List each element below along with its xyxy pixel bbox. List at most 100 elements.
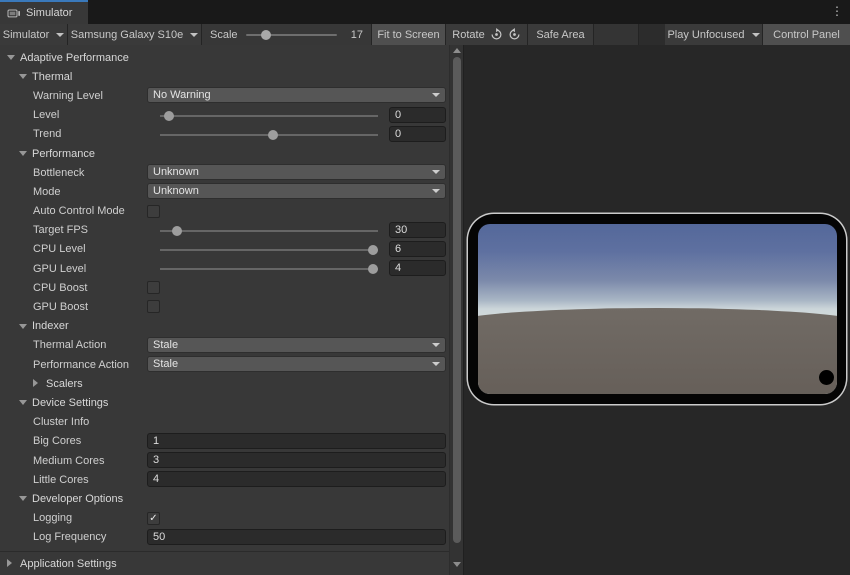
kebab-menu-icon[interactable]: ⋮: [831, 4, 843, 19]
chevron-down-icon: [432, 189, 440, 193]
bottleneck-dropdown-value: Unknown: [153, 166, 199, 178]
trend-slider-handle[interactable]: [268, 130, 278, 140]
level-slider[interactable]: [160, 115, 378, 117]
row-gpu-level: GPU Level4: [0, 259, 449, 278]
camera-cutout: [819, 370, 834, 385]
panel-scrollbar[interactable]: [449, 45, 463, 575]
target-fps-value-field[interactable]: 30: [389, 222, 446, 238]
row-gpu-boost: GPU Boost: [0, 297, 449, 316]
rotate-label: Rotate: [452, 29, 484, 41]
foldout-arrow-icon: [19, 151, 27, 156]
foldout-device-settings[interactable]: Device Settings: [0, 393, 449, 412]
row-bottleneck: BottleneckUnknown: [0, 163, 449, 182]
play-unfocused-label: Play Unfocused: [667, 29, 744, 41]
thermal-action-dropdown[interactable]: Stale: [147, 337, 446, 353]
foldout-arrow-icon: [33, 379, 38, 387]
scalers-label: Scalers: [46, 378, 83, 390]
logging-label: Logging: [33, 512, 72, 524]
foldout-application-settings[interactable]: Application Settings: [0, 552, 449, 575]
row-warning-level: Warning Level No Warning: [0, 86, 449, 105]
safe-area-label: Safe Area: [536, 29, 584, 41]
scroll-up-icon[interactable]: [453, 48, 461, 53]
log-frequency-text-field[interactable]: 50: [147, 529, 446, 545]
target-fps-slider[interactable]: [160, 230, 378, 232]
control-panel-button[interactable]: Control Panel: [763, 24, 850, 45]
device-select-dropdown[interactable]: Samsung Galaxy S10e: [68, 24, 202, 45]
scrollbar-thumb[interactable]: [453, 57, 461, 543]
log-frequency-label: Log Frequency: [33, 531, 106, 543]
cpu-level-value-field[interactable]: 6: [389, 241, 446, 257]
rotate-cw-icon[interactable]: [490, 28, 503, 41]
scale-label: Scale: [210, 29, 238, 41]
cpu-level-slider[interactable]: [160, 249, 378, 251]
gpu-level-slider-handle[interactable]: [368, 264, 378, 274]
trend-label: Trend: [33, 128, 61, 140]
level-value: 0: [395, 109, 401, 121]
cpu-level-slider-handle[interactable]: [368, 245, 378, 255]
gpu-boost-label: GPU Boost: [33, 301, 88, 313]
control-panel-label: Control Panel: [773, 29, 840, 41]
gpu-level-slider[interactable]: [160, 268, 378, 270]
gpu-boost-checkbox[interactable]: [147, 300, 160, 313]
foldout-arrow-icon: [19, 74, 27, 79]
foldout-thermal[interactable]: Thermal: [0, 67, 449, 86]
fit-to-screen-button[interactable]: Fit to Screen: [372, 24, 446, 45]
performance-action-dropdown[interactable]: Stale: [147, 356, 446, 372]
fit-to-screen-label: Fit to Screen: [377, 29, 439, 41]
cpu-boost-checkbox[interactable]: [147, 281, 160, 294]
auto-control-mode-checkbox[interactable]: [147, 205, 160, 218]
safe-area-button[interactable]: Safe Area: [528, 24, 594, 45]
trend-value-field[interactable]: 0: [389, 126, 446, 142]
scroll-down-icon[interactable]: [453, 562, 461, 567]
foldout-arrow-icon: [19, 324, 27, 329]
indexer-label: Indexer: [32, 320, 69, 332]
warning-level-label: Warning Level: [33, 90, 103, 102]
level-value-field[interactable]: 0: [389, 107, 446, 123]
device-screen[interactable]: [478, 224, 837, 394]
level-label: Level: [33, 109, 59, 121]
big-cores-text-field[interactable]: 1: [147, 433, 446, 449]
chevron-down-icon: [432, 170, 440, 174]
foldout-arrow-icon: [19, 496, 27, 501]
row-big-cores: Big Cores1: [0, 432, 449, 451]
gpu-level-value-field[interactable]: 4: [389, 260, 446, 276]
rotate-ccw-icon[interactable]: [508, 28, 521, 41]
cpu-level-label: CPU Level: [33, 243, 86, 255]
chevron-down-icon: [752, 33, 760, 37]
foldout-arrow-icon: [7, 559, 12, 567]
simulator-window: Simulator ⋮ Simulator Samsung Galaxy S10…: [0, 0, 850, 575]
foldout-performance[interactable]: Performance: [0, 144, 449, 163]
logging-checkbox[interactable]: ✓: [147, 512, 160, 525]
auto-control-mode-label: Auto Control Mode: [33, 205, 125, 217]
foldout-indexer[interactable]: Indexer: [0, 317, 449, 336]
panel-rows: Adaptive Performance Thermal Warning Level…: [0, 48, 449, 547]
device-preview-area: [464, 45, 850, 575]
scale-slider-handle[interactable]: [261, 30, 271, 40]
toolbar: Simulator Samsung Galaxy S10e Scale 17 F…: [0, 24, 850, 46]
row-cpu-level: CPU Level 6: [0, 240, 449, 259]
level-slider-handle[interactable]: [164, 111, 174, 121]
bottleneck-dropdown[interactable]: Unknown: [147, 164, 446, 180]
thermal-label: Thermal: [32, 71, 72, 83]
mode-dropdown[interactable]: Unknown: [147, 183, 446, 199]
cluster-info-label: Cluster Info: [33, 416, 89, 428]
play-unfocused-dropdown[interactable]: Play Unfocused: [665, 24, 763, 45]
foldout-adaptive-performance[interactable]: Adaptive Performance: [0, 48, 449, 67]
scene-ground: [478, 308, 837, 394]
control-panel: Adaptive Performance Thermal Warning Level…: [0, 45, 449, 575]
scale-section: Scale 17: [202, 24, 372, 45]
little-cores-text-field[interactable]: 4: [147, 471, 446, 487]
trend-value: 0: [395, 128, 401, 140]
adaptive-performance-label: Adaptive Performance: [20, 52, 129, 64]
warning-level-dropdown[interactable]: No Warning: [147, 87, 446, 103]
target-fps-slider-handle[interactable]: [172, 226, 182, 236]
foldout-scalers[interactable]: Scalers: [0, 374, 449, 393]
scale-slider[interactable]: [246, 34, 338, 36]
mode-dropdown-value: Unknown: [153, 185, 199, 197]
performance-action-label: Performance Action: [33, 359, 129, 371]
simulator-mode-dropdown[interactable]: Simulator: [0, 24, 68, 45]
medium-cores-text-field[interactable]: 3: [147, 452, 446, 468]
medium-cores-value: 3: [153, 454, 159, 466]
foldout-developer-options[interactable]: Developer Options: [0, 489, 449, 508]
tab-simulator[interactable]: Simulator: [0, 0, 88, 24]
